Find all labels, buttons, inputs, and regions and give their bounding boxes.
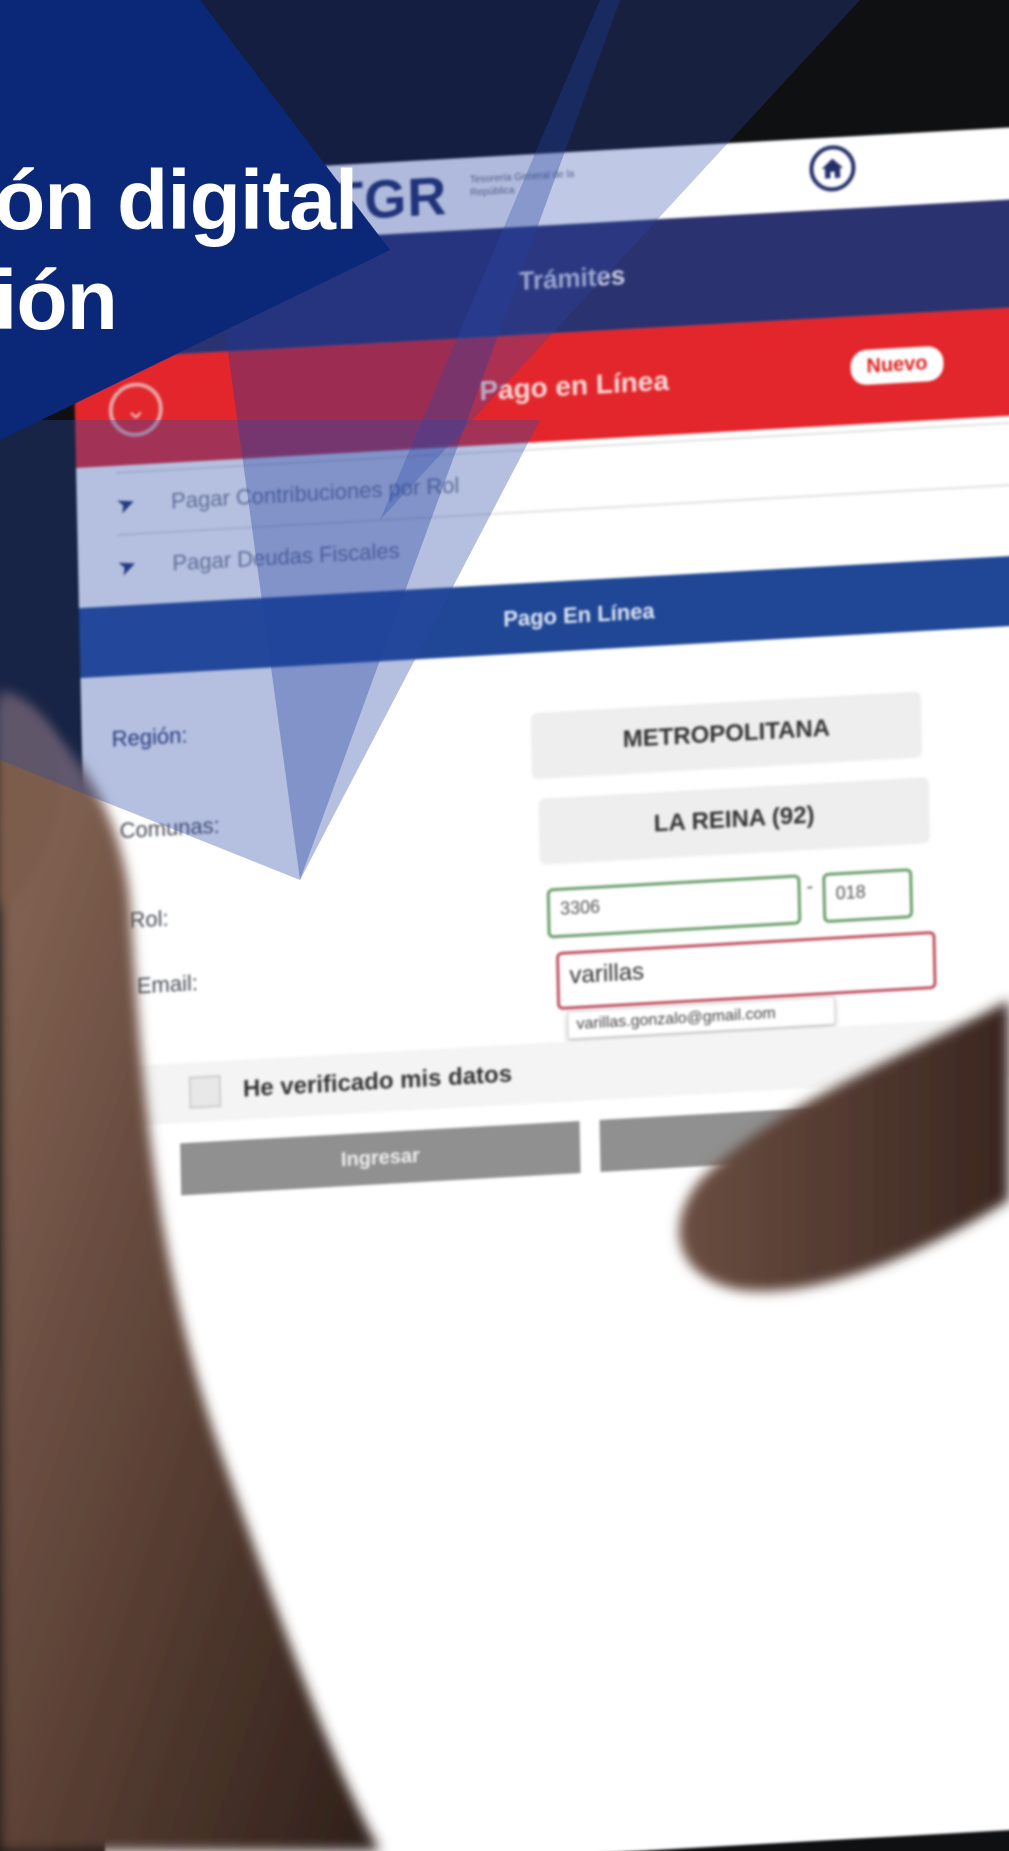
menu-item-label: Pagar Deudas Fiscales	[172, 538, 400, 576]
headline-line-2: ión	[0, 253, 118, 347]
rol-label: Rol:	[129, 905, 169, 933]
verify-label: He verificado mis datos	[242, 1060, 513, 1103]
menu-item-label: Pagar Contribuciones por Rol	[170, 472, 460, 514]
photo-scene: TGR Tesorería General de la República Tr…	[0, 0, 1009, 1851]
tgr-logo-subtitle: Tesorería General de la República	[469, 168, 575, 199]
rol-dv-input[interactable]: 018	[822, 868, 914, 924]
email-label: Email:	[136, 970, 199, 999]
headline: ón digital ión	[0, 150, 358, 350]
secondary-button[interactable]	[599, 1101, 931, 1172]
comunas-select[interactable]: LA REINA (92)	[538, 777, 930, 863]
home-icon	[821, 158, 844, 179]
chevron-down-icon: ⌄	[108, 381, 164, 439]
rol-input[interactable]: 3306	[546, 874, 802, 939]
arrow-icon: ➤	[114, 550, 141, 582]
email-input[interactable]: varillas	[555, 930, 937, 1011]
verify-checkbox[interactable]	[188, 1074, 222, 1109]
region-label: Región:	[111, 722, 188, 752]
ingresar-button[interactable]: Ingresar	[180, 1121, 581, 1196]
rol-separator: -	[806, 875, 814, 898]
headline-line-1: ón digital	[0, 153, 358, 247]
phone-screen: TGR Tesorería General de la República Tr…	[70, 124, 1009, 1851]
nuevo-badge: Nuevo	[850, 345, 944, 386]
payment-form: Región: METROPOLITANA Comunas: LA REINA …	[80, 622, 1009, 1851]
region-select[interactable]: METROPOLITANA	[530, 691, 922, 778]
pago-en-linea-title: Pago en Línea	[479, 364, 670, 407]
comunas-label: Comunas:	[119, 812, 221, 844]
arrow-icon: ➤	[112, 488, 139, 520]
home-button[interactable]	[809, 144, 856, 193]
